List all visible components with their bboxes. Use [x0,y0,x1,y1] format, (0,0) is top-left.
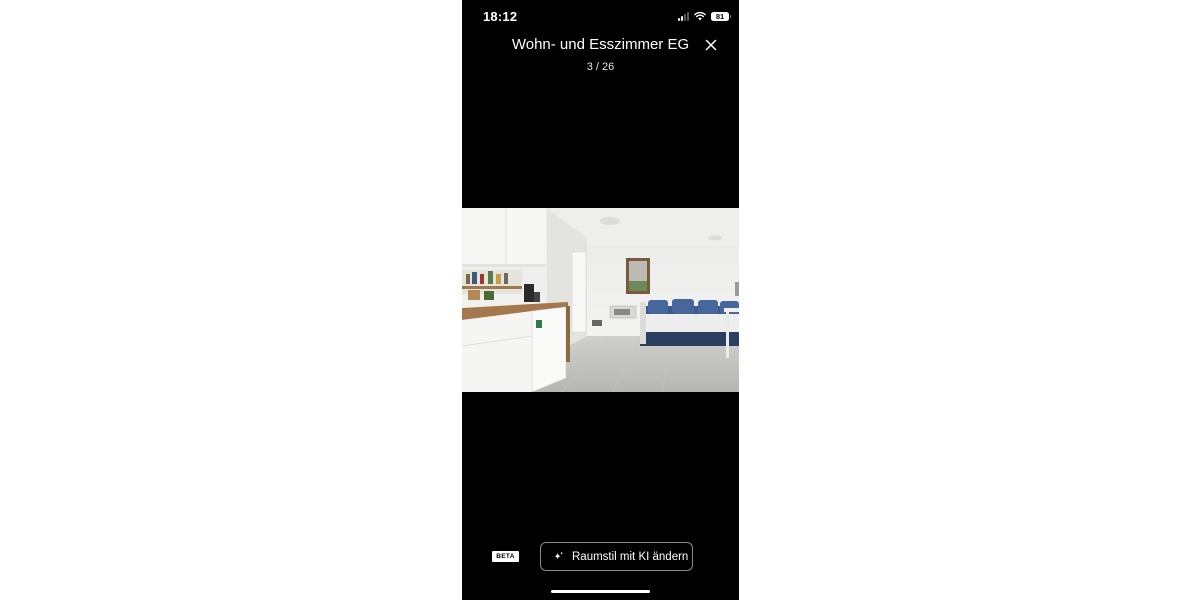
change-style-ai-button[interactable]: Raumstil mit KI ändern [540,542,693,571]
room-photo[interactable] [462,208,739,392]
battery-icon: 81 [711,11,731,21]
page-title: Wohn- und Esszimmer EG [511,36,690,53]
status-time: 18:12 [483,9,518,24]
beta-badge: BETA [492,551,519,562]
image-counter: 3 / 26 [586,61,615,73]
signal-icon [678,11,689,21]
home-indicator[interactable] [551,590,650,593]
status-icons: 81 [678,11,731,21]
sparkle-icon [554,551,564,560]
change-style-ai-label: Raumstil mit KI ändern [572,550,689,563]
wifi-icon [694,11,706,21]
gallery-screen: 18:12 81 Wohn- und Esszimmer EG 3 / 26 B… [462,0,739,600]
close-icon[interactable] [704,38,718,52]
